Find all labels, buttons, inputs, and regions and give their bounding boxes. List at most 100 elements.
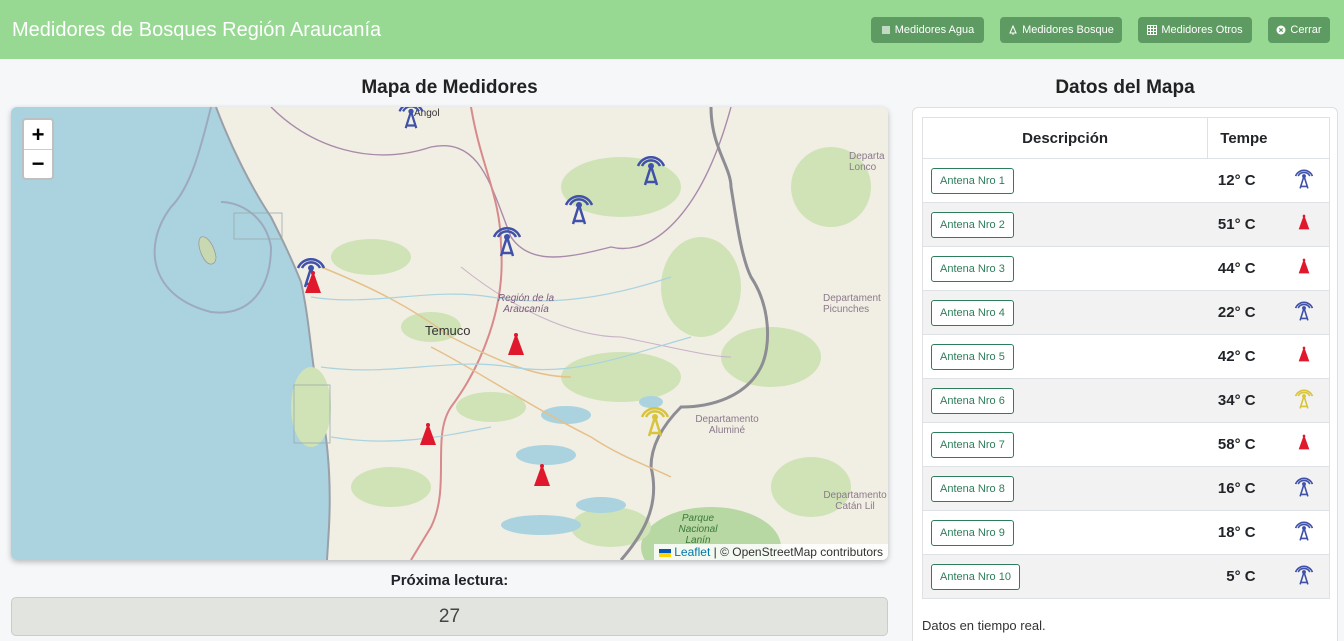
antena-button[interactable]: Antena Nro 6 [931,387,1014,414]
description-cell: Antena Nro 8 [921,466,1208,511]
next-reading-value: 27 [11,597,888,636]
temperature-cell: 42° C [1207,334,1280,379]
red-cone-marker-1[interactable] [304,270,322,294]
map-label-region: Región de la Araucanía [497,293,555,315]
red-cone-marker-4[interactable] [533,463,551,487]
grid-icon [1147,25,1158,35]
nav-label: Medidores Otros [1161,24,1243,36]
nav-label: Medidores Bosque [1022,24,1114,36]
column-header-descripcion: Descripción [921,117,1209,159]
map-section-title: Mapa de Medidores [361,77,538,98]
nav-label: Medidores Agua [894,24,975,36]
map-label-parque: Parque Nacional Lanín [678,513,718,546]
description-cell: Antena Nro 5 [921,334,1208,379]
temperature-cell: 12° C [1207,158,1280,203]
table-header-row: Descripción Tempe [921,117,1330,159]
map-label-depto-alumine: Departamento Aluminé [695,414,759,436]
nav-button-cerrar[interactable]: Cerrar [1268,17,1330,43]
temperature-cell: 22° C [1207,290,1280,335]
table-row: Antena Nro 2 51° C [921,202,1330,247]
map-label-depto-catan: Departamento Catán Lil [823,490,887,512]
status-icon-cell [1279,466,1330,511]
map-view[interactable]: Angol Temuco Región de la Araucanía Depa… [11,107,888,560]
red-cone-icon [1298,434,1310,455]
map-label-temuco: Temuco [425,323,471,338]
temperature-cell: 44° C [1207,246,1280,291]
antena-button[interactable]: Antena Nro 9 [931,519,1014,546]
table-body: Antena Nro 1 12° C Antena Nro 2 51° C Antena… [921,158,1330,599]
antenna-blue-icon [1293,169,1315,195]
status-icon-cell [1279,378,1330,423]
status-icon-cell [1279,202,1330,247]
table-row: Antena Nro 1 12° C [921,158,1330,203]
column-header-temp: Tempe [1207,117,1280,159]
antena-button[interactable]: Antena Nro 7 [931,431,1014,458]
nav-button-medidores-bosque[interactable]: Medidores Bosque [1000,17,1122,43]
close-circle-icon [1276,25,1286,35]
realtime-note: Datos en tiempo real. [922,618,1046,633]
table-row: Antena Nro 8 16° C [921,466,1330,511]
temperature-cell: 58° C [1207,422,1280,467]
map-label-depto-picunches: Departament Picunches [823,293,881,315]
data-panel: Descripción Tempe Antena Nro 1 12° C Anten… [912,107,1338,641]
red-cone-icon [1298,214,1310,235]
description-cell: Antena Nro 10 [921,554,1208,599]
status-icon-cell [1279,334,1330,379]
ukraine-flag-icon [659,548,672,557]
antenna-marker-2[interactable] [634,152,668,186]
tree-icon [1009,25,1017,35]
antenna-marker-3[interactable] [562,191,596,225]
description-cell: Antena Nro 6 [921,378,1208,423]
table-row: Antena Nro 3 44° C [921,246,1330,291]
antenna-blue-icon [1293,477,1315,503]
description-cell: Antena Nro 3 [921,246,1208,291]
table-row: Antena Nro 9 18° C [921,510,1330,555]
antena-button[interactable]: Antena Nro 3 [931,255,1014,282]
description-cell: Antena Nro 2 [921,202,1208,247]
temperature-cell: 16° C [1207,466,1280,511]
zoom-out-button[interactable]: − [24,149,52,178]
antenna-blue-icon [1293,301,1315,327]
status-icon-cell [1279,246,1330,291]
nav-label: Cerrar [1290,24,1322,36]
nav-button-medidores-otros[interactable]: Medidores Otros [1138,17,1252,43]
antena-button[interactable]: Antena Nro 1 [931,167,1014,194]
map-attribution: Leaflet | © OpenStreetMap contributors [654,544,888,560]
column-header-icon [1279,117,1330,159]
description-cell: Antena Nro 1 [921,158,1208,203]
red-cone-marker-2[interactable] [507,332,525,356]
antenna-marker-yellow[interactable] [638,403,672,437]
status-icon-cell [1279,290,1330,335]
red-cone-marker-3[interactable] [419,422,437,446]
nav-button-medidores-agua[interactable]: Medidores Agua [871,17,984,43]
osm-attribution: | © OpenStreetMap contributors [713,545,883,559]
antena-button[interactable]: Antena Nro 4 [931,299,1014,326]
zoom-control: + − [22,118,54,180]
table-row: Antena Nro 10 5° C [921,554,1330,599]
antenna-blue-icon [1293,521,1315,547]
antena-button[interactable]: Antena Nro 10 [931,563,1020,590]
antenna-marker-4[interactable] [490,223,524,257]
app-title: Medidores de Bosques Región Araucanía [12,19,382,41]
table-row: Antena Nro 6 34° C [921,378,1330,423]
data-section-title: Datos del Mapa [1055,77,1195,98]
temperature-cell: 18° C [1207,510,1280,555]
antena-button[interactable]: Antena Nro 5 [931,343,1014,370]
status-icon-cell [1279,510,1330,555]
temperature-cell: 34° C [1207,378,1280,423]
antenna-marker-1[interactable] [394,107,428,129]
antena-button[interactable]: Antena Nro 2 [931,211,1014,238]
leaflet-link[interactable]: Leaflet [674,545,710,559]
navbar: Medidores de Bosques Región Araucanía Me… [0,0,1344,59]
data-table: Descripción Tempe Antena Nro 1 12° C Anten… [921,117,1330,599]
status-icon-cell [1279,554,1330,599]
red-cone-icon [1298,346,1310,367]
red-cone-icon [1298,258,1310,279]
zoom-in-button[interactable]: + [24,120,52,149]
status-icon-cell [1279,158,1330,203]
status-icon-cell [1279,422,1330,467]
antena-button[interactable]: Antena Nro 8 [931,475,1014,502]
description-cell: Antena Nro 9 [921,510,1208,555]
table-row: Antena Nro 7 58° C [921,422,1330,467]
temperature-cell: 51° C [1207,202,1280,247]
